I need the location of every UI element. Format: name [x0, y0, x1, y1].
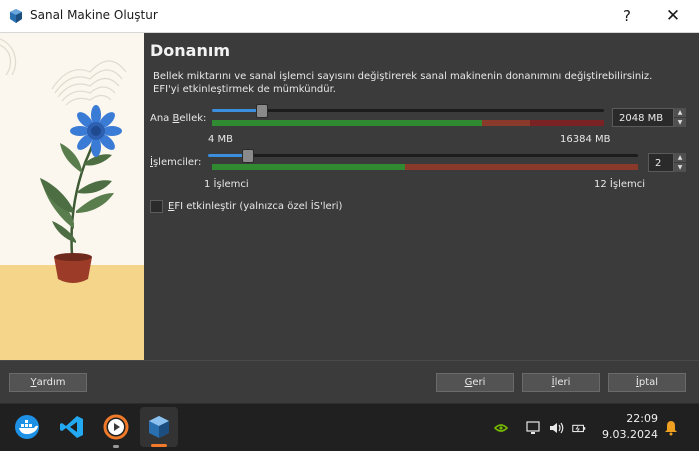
memory-slider-handle[interactable] [256, 104, 268, 118]
system-clock[interactable]: 22:09 9.03.2024 [600, 411, 658, 443]
efi-checkbox[interactable] [150, 200, 163, 213]
taskbar: 22:09 9.03.2024 [0, 403, 699, 451]
active-indicator [151, 444, 167, 447]
clock-time: 22:09 [626, 412, 658, 425]
hardware-page: Donanım Bellek miktarını ve sanal işlemc… [144, 33, 699, 360]
memory-min-label: 4 MB [208, 134, 234, 145]
window-title: Sanal Makine Oluştur [30, 8, 158, 22]
create-vm-dialog: Sanal Makine Oluştur ? ✕ Donanım Bellek … [0, 0, 699, 404]
title-bar: Sanal Makine Oluştur ? ✕ [0, 0, 699, 33]
cancel-button[interactable]: İptal [608, 373, 686, 392]
spin-down-icon[interactable]: ▼ [674, 118, 686, 127]
battery-icon[interactable] [571, 420, 587, 436]
cpu-label-suffix: şlemciler: [152, 157, 202, 168]
volume-icon[interactable] [548, 420, 564, 436]
memory-scale-safe [212, 120, 482, 126]
memory-label-prefix: Ana [150, 113, 173, 124]
back-button[interactable]: Geri [436, 373, 514, 392]
help-button[interactable]: ? [606, 0, 648, 32]
running-indicator [113, 445, 119, 448]
cpu-spinbox[interactable]: 2 [648, 153, 674, 172]
wizard-illustration [0, 33, 144, 360]
memory-spinbox[interactable]: 2048 MB [612, 108, 674, 127]
memory-slider-fill [212, 109, 261, 112]
cpu-slider-track [208, 154, 638, 157]
notification-bell-icon[interactable] [663, 420, 679, 436]
help-label: ardım [36, 377, 66, 388]
memory-slider-track [212, 109, 604, 112]
cpu-spin-arrows[interactable]: ▲ ▼ [674, 153, 686, 172]
memory-spin-arrows[interactable]: ▲ ▼ [674, 108, 686, 127]
description-line: EFI'yi etkinleştirmek de mümkündür. [153, 84, 336, 95]
cpu-scale-safe [212, 164, 405, 170]
memory-label-suffix: ellek: [179, 113, 207, 124]
memory-max-label: 16384 MB [560, 134, 611, 145]
cancel-label: ptal [638, 377, 659, 388]
cpu-slider-handle[interactable] [242, 149, 254, 163]
page-description: Bellek miktarını ve sanal işlemci sayısı… [153, 70, 653, 96]
page-title: Donanım [150, 41, 231, 60]
cpu-max-label: 12 İşlemci [594, 179, 646, 190]
vscode-icon[interactable] [57, 412, 87, 442]
cpu-scale-warning [405, 164, 638, 170]
next-button[interactable]: İleri [522, 373, 600, 392]
nvidia-icon[interactable] [493, 420, 509, 436]
back-mnemonic: G [464, 377, 473, 388]
close-button[interactable]: ✕ [652, 0, 694, 32]
memory-label: Ana Bellek: [150, 113, 206, 124]
button-bar: Yardım Geri İleri İptal [0, 360, 699, 404]
memory-scale-warning [482, 120, 530, 126]
description-line: Bellek miktarını ve sanal işlemci sayısı… [153, 71, 653, 82]
efi-label-suffix: FI etkinleştir (yalnızca özel İS'leri) [174, 201, 343, 212]
spin-up-icon[interactable]: ▲ [674, 108, 686, 117]
spin-up-icon[interactable]: ▲ [674, 153, 686, 162]
media-player-icon[interactable] [101, 412, 131, 442]
spin-down-icon[interactable]: ▼ [674, 163, 686, 172]
next-label: leri [554, 377, 571, 388]
virtualbox-icon[interactable] [144, 412, 174, 442]
clock-date: 9.03.2024 [602, 428, 658, 441]
cpu-min-label: 1 İşlemci [204, 179, 249, 190]
virtualbox-icon [8, 8, 24, 24]
docker-icon[interactable] [12, 412, 42, 442]
back-label: eri [472, 377, 486, 388]
memory-scale-bar [212, 120, 604, 126]
cpu-scale-bar [212, 164, 638, 170]
cpu-label: İşlemciler: [150, 157, 201, 168]
help-wizard-button[interactable]: Yardım [9, 373, 87, 392]
network-icon[interactable] [525, 420, 541, 436]
memory-scale-danger [530, 120, 604, 126]
efi-label[interactable]: EFI etkinleştir (yalnızca özel İS'leri) [168, 201, 342, 212]
